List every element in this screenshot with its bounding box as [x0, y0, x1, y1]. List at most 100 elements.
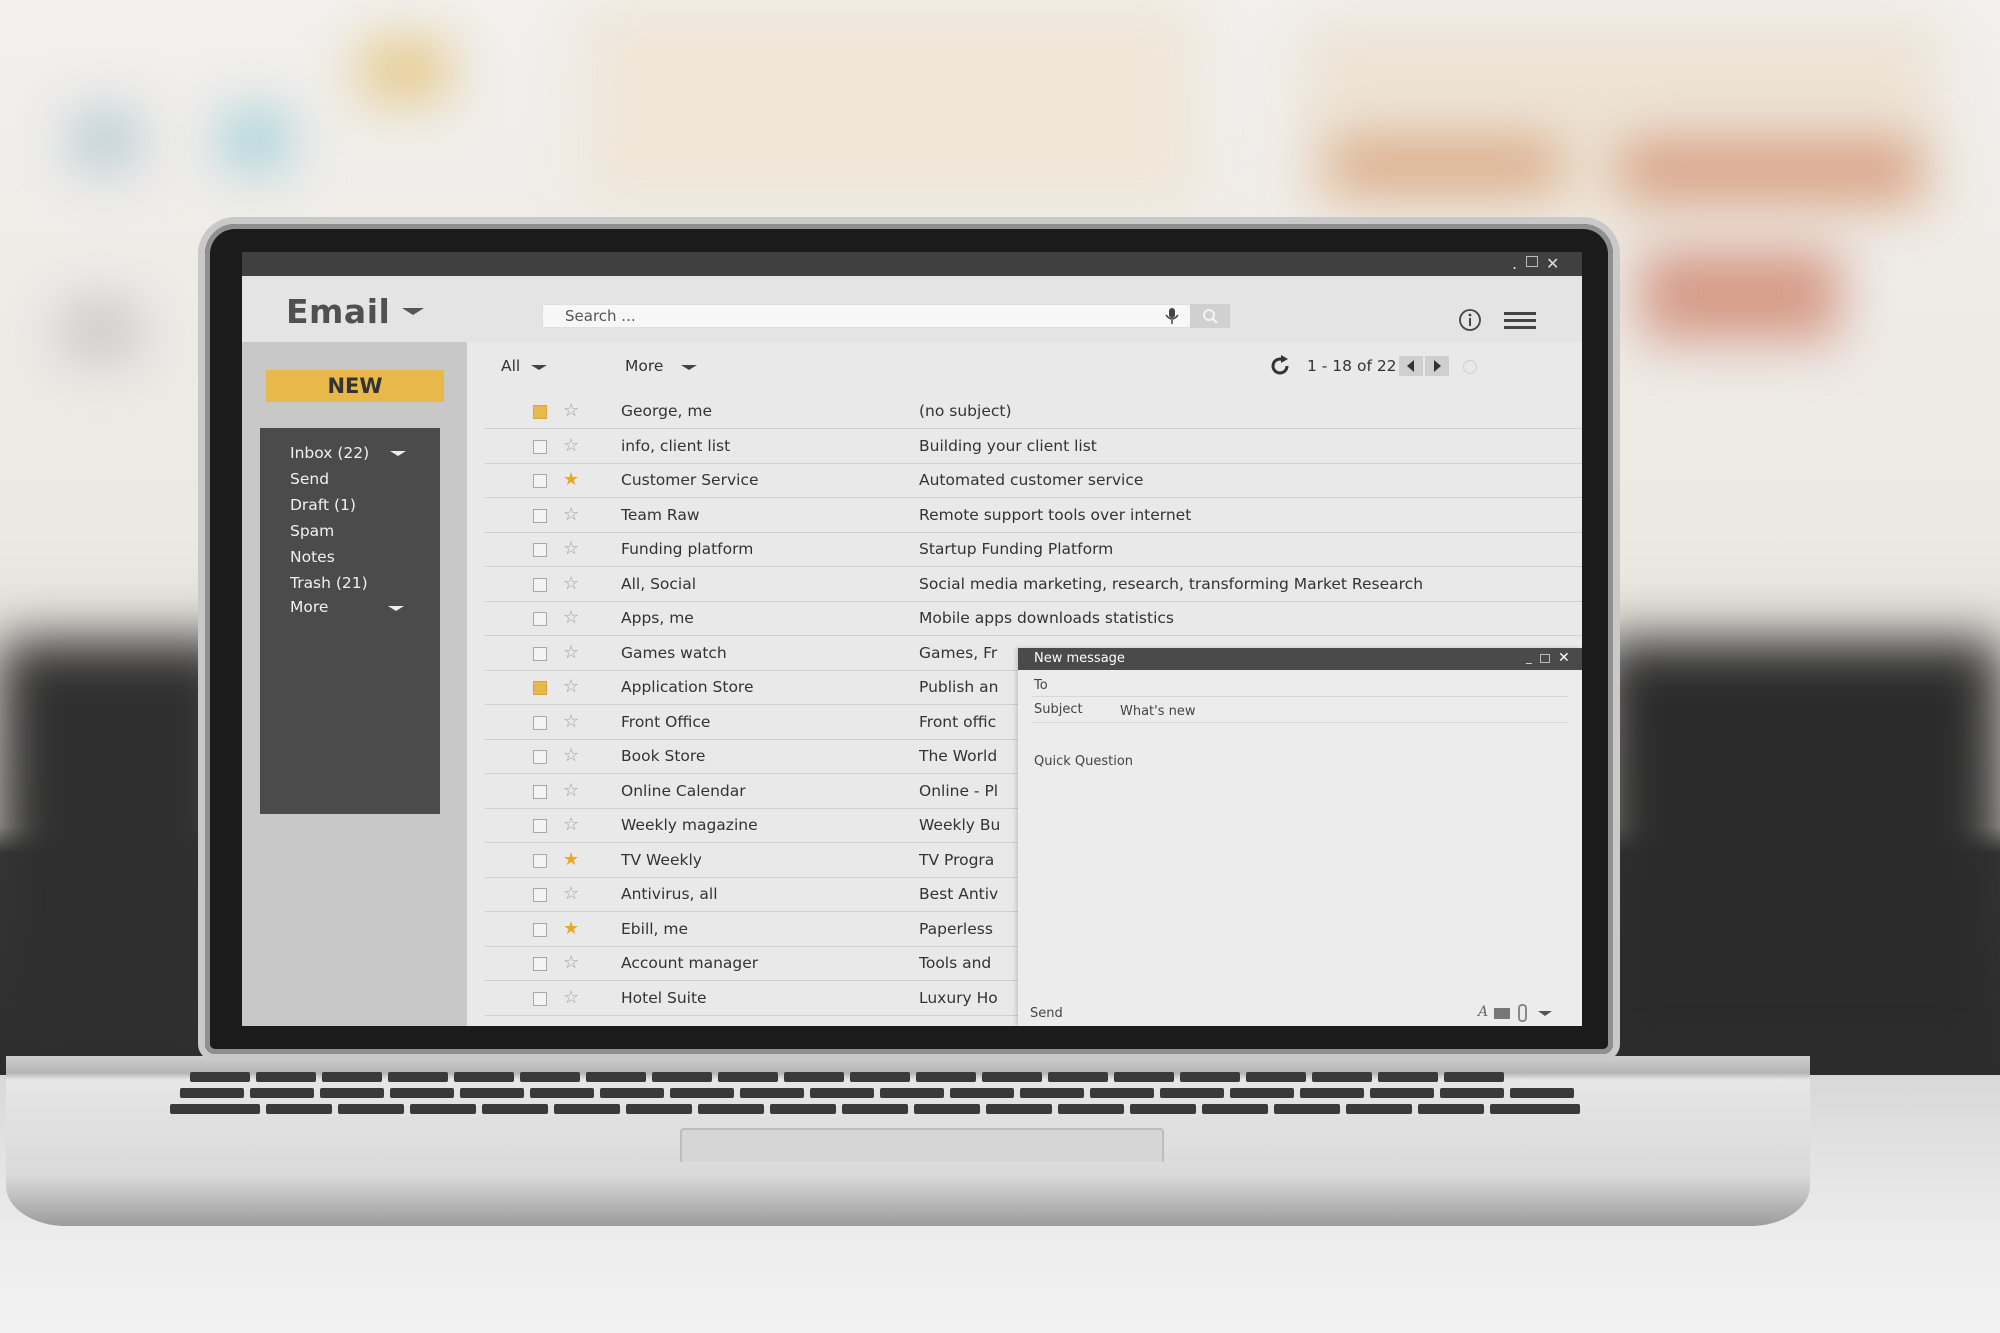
chevron-down-icon[interactable]: [390, 451, 406, 456]
laptop-keyboard: [160, 1070, 1660, 1126]
attach-icon[interactable]: [1518, 1004, 1527, 1022]
chevron-down-icon[interactable]: [402, 308, 424, 315]
folder-trash[interactable]: Trash (21): [290, 574, 368, 592]
chevron-down-icon[interactable]: [388, 606, 404, 611]
next-page-button[interactable]: [1425, 356, 1449, 376]
compose-body[interactable]: Quick Question: [1034, 754, 1133, 769]
email-sender: TV Weekly: [621, 850, 702, 869]
star-icon[interactable]: ☆: [563, 504, 579, 525]
folder-notes[interactable]: Notes: [290, 548, 335, 566]
compose-maximize-button[interactable]: [1540, 654, 1550, 663]
folder-spam[interactable]: Spam: [290, 522, 334, 540]
row-checkbox[interactable]: [533, 681, 547, 695]
image-icon[interactable]: [1494, 1008, 1510, 1019]
background-shelf-object: [360, 40, 450, 100]
close-button[interactable]: ✕: [1546, 254, 1559, 273]
row-checkbox[interactable]: [533, 543, 547, 557]
divider: [1032, 696, 1568, 697]
row-checkbox[interactable]: [533, 474, 547, 488]
menu-icon[interactable]: [1504, 310, 1536, 332]
folder-more[interactable]: More: [290, 598, 328, 616]
row-checkbox[interactable]: [533, 508, 547, 523]
row-checkbox[interactable]: [533, 405, 547, 419]
compose-titlebar: New message _ ✕: [1018, 648, 1582, 670]
minimize-button[interactable]: .: [1512, 254, 1517, 273]
new-button[interactable]: NEW: [266, 370, 444, 402]
font-icon[interactable]: A: [1478, 1004, 1488, 1020]
compose-to-field[interactable]: [1078, 674, 1568, 694]
chevron-down-icon[interactable]: [1538, 1011, 1552, 1016]
star-icon[interactable]: ★: [563, 849, 579, 870]
send-button[interactable]: Send: [1030, 1006, 1063, 1021]
row-checkbox[interactable]: [533, 750, 547, 764]
pagination-text: 1 - 18 of 22: [1307, 357, 1397, 375]
row-checkbox[interactable]: [533, 991, 547, 1006]
email-sender: Antivirus, all: [621, 885, 718, 903]
star-icon[interactable]: ☆: [563, 952, 579, 973]
row-checkbox[interactable]: [533, 439, 547, 454]
star-icon[interactable]: ☆: [563, 642, 579, 663]
maximize-button[interactable]: [1526, 256, 1538, 267]
search-button[interactable]: [1190, 304, 1230, 328]
star-icon[interactable]: ☆: [563, 400, 579, 421]
row-checkbox[interactable]: [533, 715, 547, 730]
background-shelf-object: [70, 110, 140, 170]
email-subject: Online - Pl: [919, 781, 999, 800]
chevron-down-icon[interactable]: [531, 365, 547, 370]
email-row[interactable]: ☆ Funding platform Startup Funding Platfor…: [485, 532, 1582, 567]
compose-minimize-button[interactable]: _: [1526, 650, 1532, 664]
compose-subject-label: Subject: [1034, 702, 1083, 717]
compose-title: New message: [1034, 651, 1125, 666]
star-icon[interactable]: ☆: [563, 676, 579, 697]
star-icon[interactable]: ☆: [563, 435, 579, 456]
chevron-down-icon[interactable]: [681, 365, 697, 370]
star-icon[interactable]: ☆: [563, 780, 579, 801]
row-checkbox[interactable]: [533, 612, 547, 626]
row-checkbox[interactable]: [533, 819, 547, 833]
star-icon[interactable]: ☆: [563, 814, 579, 835]
email-row[interactable]: ☆ Team Raw Remote support tools over inter…: [485, 498, 1582, 533]
row-checkbox[interactable]: [533, 888, 547, 902]
star-icon[interactable]: ☆: [563, 607, 579, 628]
row-checkbox[interactable]: [533, 922, 547, 937]
star-icon[interactable]: ★: [563, 469, 579, 490]
star-icon[interactable]: ☆: [563, 573, 579, 594]
star-icon[interactable]: ☆: [563, 987, 579, 1008]
compose-subject-field[interactable]: What's new: [1120, 704, 1196, 719]
prev-page-button[interactable]: [1399, 356, 1423, 376]
email-row[interactable]: ☆ George, me (no subject): [485, 394, 1582, 429]
star-icon[interactable]: ☆: [563, 711, 579, 732]
row-checkbox[interactable]: [533, 957, 547, 971]
email-sender: Front Office: [621, 712, 711, 731]
email-row[interactable]: ★ Customer Service Automated customer serv…: [485, 463, 1582, 498]
row-checkbox[interactable]: [533, 784, 547, 799]
microphone-icon[interactable]: [1162, 306, 1182, 326]
email-subject: Paperless: [919, 919, 993, 938]
folder-inbox[interactable]: Inbox (22): [290, 444, 369, 462]
email-row[interactable]: ☆ All, Social Social media marketing, rese…: [485, 567, 1582, 602]
settings-icon[interactable]: [1463, 360, 1477, 374]
star-icon[interactable]: ☆: [563, 538, 579, 559]
star-icon[interactable]: ☆: [563, 745, 579, 766]
row-checkbox[interactable]: [533, 853, 547, 868]
background-chair: [1600, 640, 2000, 1060]
folder-draft[interactable]: Draft (1): [290, 496, 356, 514]
email-row[interactable]: ☆ info, client list Building your client l…: [485, 429, 1582, 464]
search-input[interactable]: Search ...: [542, 304, 1214, 328]
background-shelf-object: [1330, 140, 1560, 190]
filter-more[interactable]: More: [625, 357, 663, 375]
info-icon[interactable]: [1458, 308, 1482, 332]
email-subject: Best Antiv: [919, 885, 999, 903]
star-icon[interactable]: ★: [563, 918, 579, 939]
row-checkbox[interactable]: [533, 577, 547, 592]
email-row[interactable]: ☆ Apps, me Mobile apps downloads statistic…: [485, 601, 1582, 636]
background-shelf-object: [60, 300, 140, 360]
row-checkbox[interactable]: [533, 646, 547, 661]
compose-close-button[interactable]: ✕: [1558, 650, 1570, 666]
star-icon[interactable]: ☆: [563, 883, 579, 904]
filter-all[interactable]: All: [501, 357, 520, 375]
email-sender: Ebill, me: [621, 919, 689, 938]
refresh-icon[interactable]: [1269, 355, 1291, 377]
folder-send[interactable]: Send: [290, 470, 329, 488]
laptop-screen: . ✕ Email Search ... NEW Inbox (22) Send…: [242, 252, 1582, 1026]
